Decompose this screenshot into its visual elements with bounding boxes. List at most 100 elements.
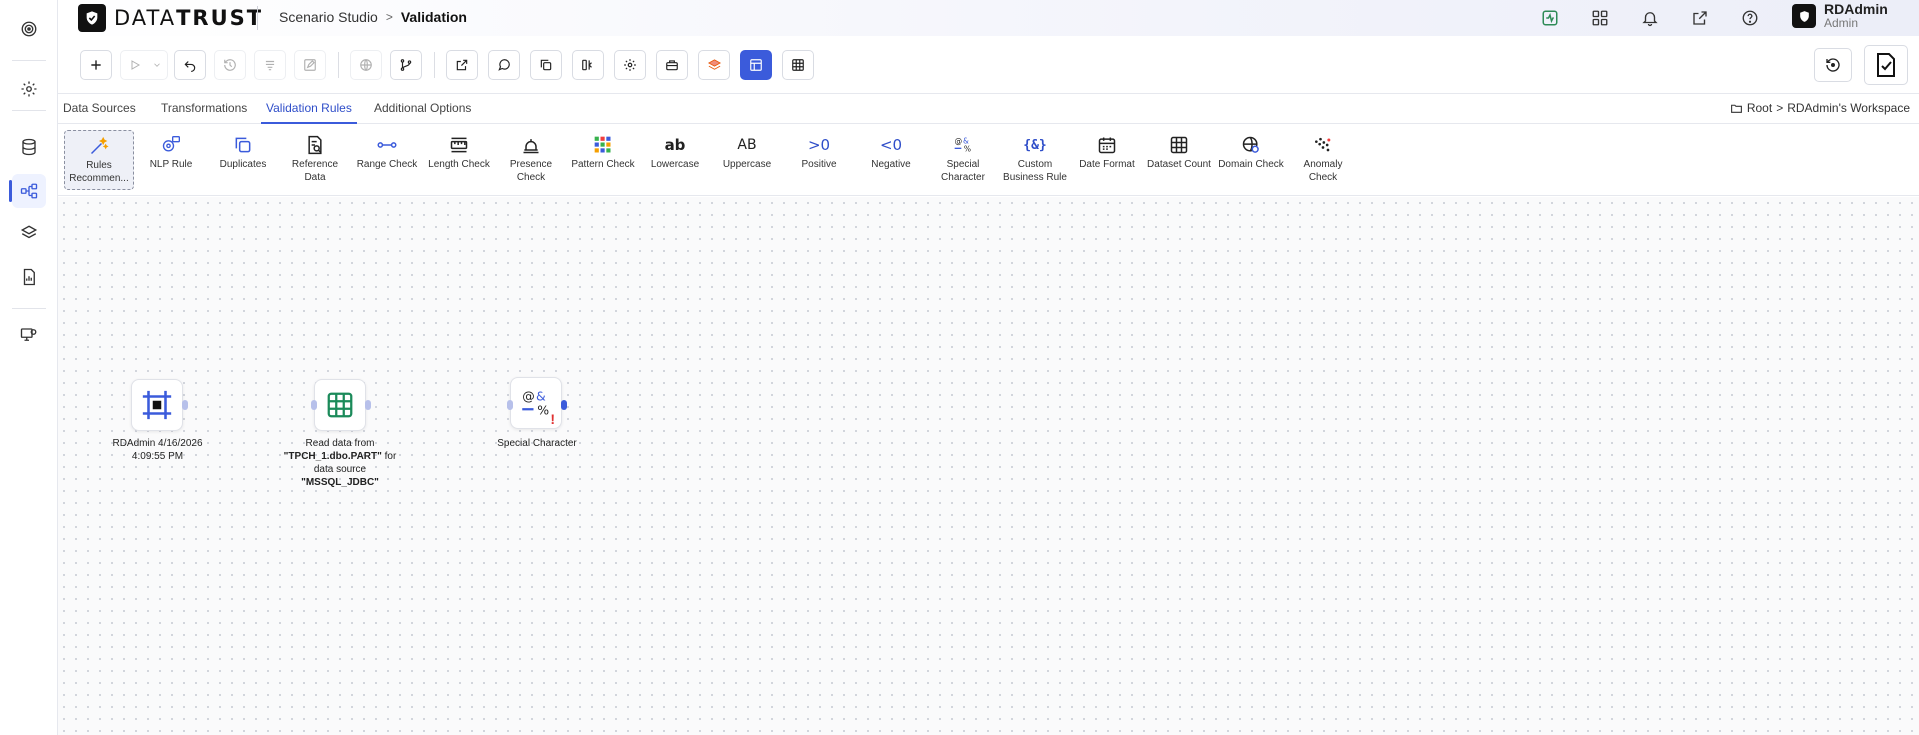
chevron-right-icon: >: [1776, 101, 1784, 115]
layers-button[interactable]: [698, 50, 730, 80]
palette-presence-check[interactable]: Presence Check: [496, 130, 566, 190]
tab-data-sources[interactable]: Data Sources: [58, 94, 141, 124]
custom-rule-icon: {&}: [1023, 137, 1047, 153]
flow-view-button[interactable]: [740, 50, 772, 80]
flow-connectors: [58, 197, 658, 397]
palette-anomaly-check[interactable]: Anomaly Check: [1288, 130, 1358, 190]
path-root[interactable]: Root: [1747, 101, 1772, 115]
special-character-node[interactable]: @ &% !: [510, 377, 562, 429]
user-menu[interactable]: RDAdmin Admin: [1792, 2, 1888, 30]
palette-label: Pattern Check: [571, 159, 635, 170]
scenario-node-label: RDAdmin 4/16/2026 4:09:55 PM: [112, 438, 203, 462]
user-role: Admin: [1824, 16, 1859, 30]
palette-negative[interactable]: <0 Negative: [856, 130, 926, 190]
tabs-bar: Data Sources Transformations Validation …: [58, 93, 1919, 124]
tab-validation-rules[interactable]: Validation Rules: [261, 94, 357, 124]
pattern-icon: [593, 133, 613, 157]
rail-scenario-icon[interactable]: [9, 174, 46, 208]
palette-positive[interactable]: >0 Positive: [784, 130, 854, 190]
palette-label: Dataset Count: [1147, 159, 1211, 170]
palette-length-check[interactable]: Length Check: [424, 130, 494, 190]
validate-button[interactable]: [1864, 45, 1908, 85]
palette-label: Special Character: [941, 159, 985, 183]
shield-icon: [78, 4, 106, 32]
copy-button[interactable]: [530, 50, 562, 80]
palette-rules-recommendation[interactable]: Rules Recommen...: [64, 130, 134, 190]
palette-pattern-check[interactable]: Pattern Check: [568, 130, 638, 190]
rail-database-icon[interactable]: [12, 130, 46, 164]
workspace-path: Root > RDAdmin's Workspace: [1730, 101, 1910, 115]
breadcrumb-studio[interactable]: Scenario Studio: [279, 9, 378, 25]
globe-button[interactable]: [350, 50, 382, 80]
apps-grid-icon[interactable]: [1588, 6, 1612, 30]
activity-icon[interactable]: [1538, 6, 1562, 30]
output-port[interactable]: [182, 400, 188, 410]
comment-button[interactable]: [488, 50, 520, 80]
table-view-button[interactable]: [782, 50, 814, 80]
user-name: RDAdmin: [1824, 1, 1888, 17]
export-button[interactable]: [446, 50, 478, 80]
range-icon: [376, 133, 398, 157]
palette-label: Domain Check: [1218, 159, 1284, 170]
calendar-icon: [1097, 133, 1117, 157]
palette-dataset-count[interactable]: Dataset Count: [1144, 130, 1214, 190]
chevron-right-icon: >: [385, 10, 393, 24]
palette-custom-business-rule[interactable]: {&} Custom Business Rule: [1000, 130, 1070, 190]
path-workspace[interactable]: RDAdmin's Workspace: [1787, 101, 1910, 115]
flow-canvas[interactable]: RDAdmin 4/16/2026 4:09:55 PM Read data f…: [58, 197, 1919, 735]
output-port[interactable]: [365, 400, 371, 410]
negative-icon: <0: [879, 136, 903, 154]
settings-button[interactable]: [614, 50, 646, 80]
rail-layers-icon[interactable]: [12, 216, 46, 250]
rail-divider: [12, 308, 46, 309]
clear-button[interactable]: [254, 50, 286, 80]
palette-label: Length Check: [428, 159, 490, 170]
palette-label: Reference Data: [291, 159, 339, 183]
palette-lowercase[interactable]: ab Lowercase: [640, 130, 710, 190]
external-link-icon[interactable]: [1688, 6, 1712, 30]
edit-button[interactable]: [294, 50, 326, 80]
restore-button[interactable]: [1814, 48, 1852, 82]
palette-domain-check[interactable]: Domain Check: [1216, 130, 1286, 190]
palette-duplicates[interactable]: Duplicates: [208, 130, 278, 190]
input-port[interactable]: [507, 400, 513, 410]
run-button[interactable]: [120, 50, 168, 80]
positive-icon: >0: [807, 136, 831, 154]
compare-button[interactable]: [572, 50, 604, 80]
undo-button[interactable]: [174, 50, 206, 80]
tab-additional-options[interactable]: Additional Options: [369, 94, 476, 124]
tab-transformations[interactable]: Transformations: [156, 94, 252, 124]
uppercase-icon: AB: [737, 137, 757, 153]
palette-label: Custom Business Rule: [1003, 159, 1067, 183]
history-button[interactable]: [214, 50, 246, 80]
input-port[interactable]: [311, 400, 317, 410]
toolbox-button[interactable]: [656, 50, 688, 80]
read-data-node[interactable]: [314, 379, 366, 431]
add-button[interactable]: [80, 50, 112, 80]
palette-range-check[interactable]: Range Check: [352, 130, 422, 190]
toolbar: [58, 38, 1919, 92]
anomaly-icon: [1313, 133, 1333, 157]
rail-settings-icon[interactable]: [12, 72, 46, 106]
help-icon[interactable]: [1738, 6, 1762, 30]
rail-targets-icon[interactable]: [12, 12, 46, 46]
palette-label: Negative: [871, 159, 911, 170]
ruler-icon: [448, 133, 470, 157]
palette-reference-data[interactable]: Reference Data: [280, 130, 350, 190]
palette-nlp-rule[interactable]: NLP Rule: [136, 130, 206, 190]
scenario-node[interactable]: [131, 379, 183, 431]
branch-button[interactable]: [390, 50, 422, 80]
toolbar-divider: [338, 52, 339, 78]
palette-label: Duplicates: [219, 159, 267, 170]
palette-label: Range Check: [356, 159, 418, 170]
output-port[interactable]: [561, 400, 567, 410]
left-rail: [0, 0, 58, 735]
brand-logo[interactable]: DATATRUST: [78, 4, 263, 32]
bell-icon: [521, 133, 541, 157]
palette-uppercase[interactable]: AB Uppercase: [712, 130, 782, 190]
rail-monitor-icon[interactable]: [12, 318, 46, 352]
bell-icon[interactable]: [1638, 6, 1662, 30]
palette-special-character[interactable]: @ &% Special Character: [928, 130, 998, 190]
palette-date-format[interactable]: Date Format: [1072, 130, 1142, 190]
rail-report-icon[interactable]: [12, 260, 46, 294]
